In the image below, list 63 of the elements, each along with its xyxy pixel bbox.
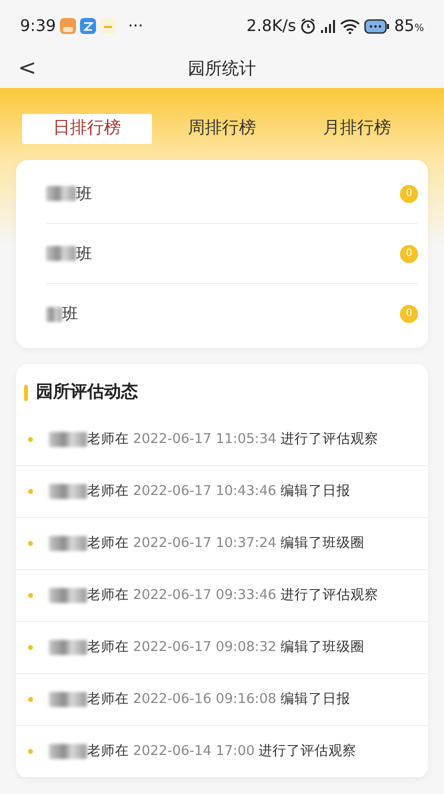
bullet-dot xyxy=(28,644,33,650)
activity-action: 进行了评估观察 xyxy=(280,430,378,449)
app-icon xyxy=(100,18,116,34)
battery-percent: % xyxy=(414,22,424,36)
activity-time: 2022-06-17 11:05:34 xyxy=(133,430,276,449)
activity-time: 2022-06-17 10:43:46 xyxy=(133,482,276,501)
status-time: 9:39 xyxy=(20,15,56,37)
activity-action: 进行了评估观察 xyxy=(258,742,357,761)
bullet-dot xyxy=(28,696,33,702)
class-name: 班 xyxy=(62,303,78,325)
activity-time: 2022-06-17 09:33:46 xyxy=(133,586,276,605)
app-icon xyxy=(60,18,76,34)
activity-time: 2022-06-17 09:08:32 xyxy=(133,638,276,657)
ranking-tab[interactable]: 日排行榜 xyxy=(22,114,152,144)
wifi-icon xyxy=(340,18,360,34)
teacher-label: 老师在 xyxy=(87,430,129,449)
teacher-label: 老师在 xyxy=(87,482,129,501)
blurred-name xyxy=(49,484,87,498)
bullet-dot xyxy=(28,436,33,442)
teacher-label: 老师在 xyxy=(87,690,129,709)
alarm-icon xyxy=(300,18,316,34)
count-badge: 0 xyxy=(400,244,418,262)
bullet-dot xyxy=(28,540,33,546)
count-badge: 0 xyxy=(400,184,418,202)
teacher-label: 老师在 xyxy=(87,534,129,553)
blurred-name xyxy=(46,306,62,322)
signal-icon xyxy=(320,19,336,33)
blurred-name xyxy=(49,588,87,602)
activity-action: 编辑了日报 xyxy=(280,690,350,709)
class-name: 班 xyxy=(76,242,92,264)
teacher-label: 老师在 xyxy=(87,586,129,605)
battery-level: 85 xyxy=(394,15,414,37)
activity-time: 2022-06-16 09:16:08 xyxy=(133,690,276,709)
activity-time: 2022-06-14 17:00 xyxy=(133,742,255,761)
bullet-dot xyxy=(28,488,33,494)
blurred-name xyxy=(49,432,87,446)
more-notifications: ··· xyxy=(128,15,144,37)
activity-action: 编辑了日报 xyxy=(280,482,350,501)
count-badge: 0 xyxy=(400,305,418,323)
teacher-label: 老师在 xyxy=(87,638,129,657)
activity-action: 编辑了班级圈 xyxy=(280,638,364,657)
battery-icon xyxy=(364,18,390,34)
ranking-tab[interactable]: 周排行榜 xyxy=(157,114,287,144)
network-speed: 2.8K/s xyxy=(246,15,296,37)
bullet-dot xyxy=(28,748,33,754)
blurred-name xyxy=(46,246,76,261)
page-title: 园所统计 xyxy=(188,58,256,82)
class-name: 班 xyxy=(76,182,92,204)
blurred-name xyxy=(49,692,87,706)
blurred-name xyxy=(49,744,87,758)
bullet-dot xyxy=(28,592,33,598)
blurred-name xyxy=(46,186,76,201)
section-title: 园所评估动态 xyxy=(36,381,138,404)
blurred-name xyxy=(49,640,87,654)
back-button[interactable]: < xyxy=(14,54,40,84)
activity-action: 编辑了班级圈 xyxy=(280,534,364,553)
blurred-name xyxy=(49,536,87,550)
title-accent xyxy=(24,384,28,401)
ranking-tab[interactable]: 月排行榜 xyxy=(292,114,422,144)
activity-action: 进行了评估观察 xyxy=(280,586,378,605)
teacher-label: 老师在 xyxy=(87,742,129,761)
activity-time: 2022-06-17 10:37:24 xyxy=(133,534,276,553)
app-icon xyxy=(80,18,96,34)
